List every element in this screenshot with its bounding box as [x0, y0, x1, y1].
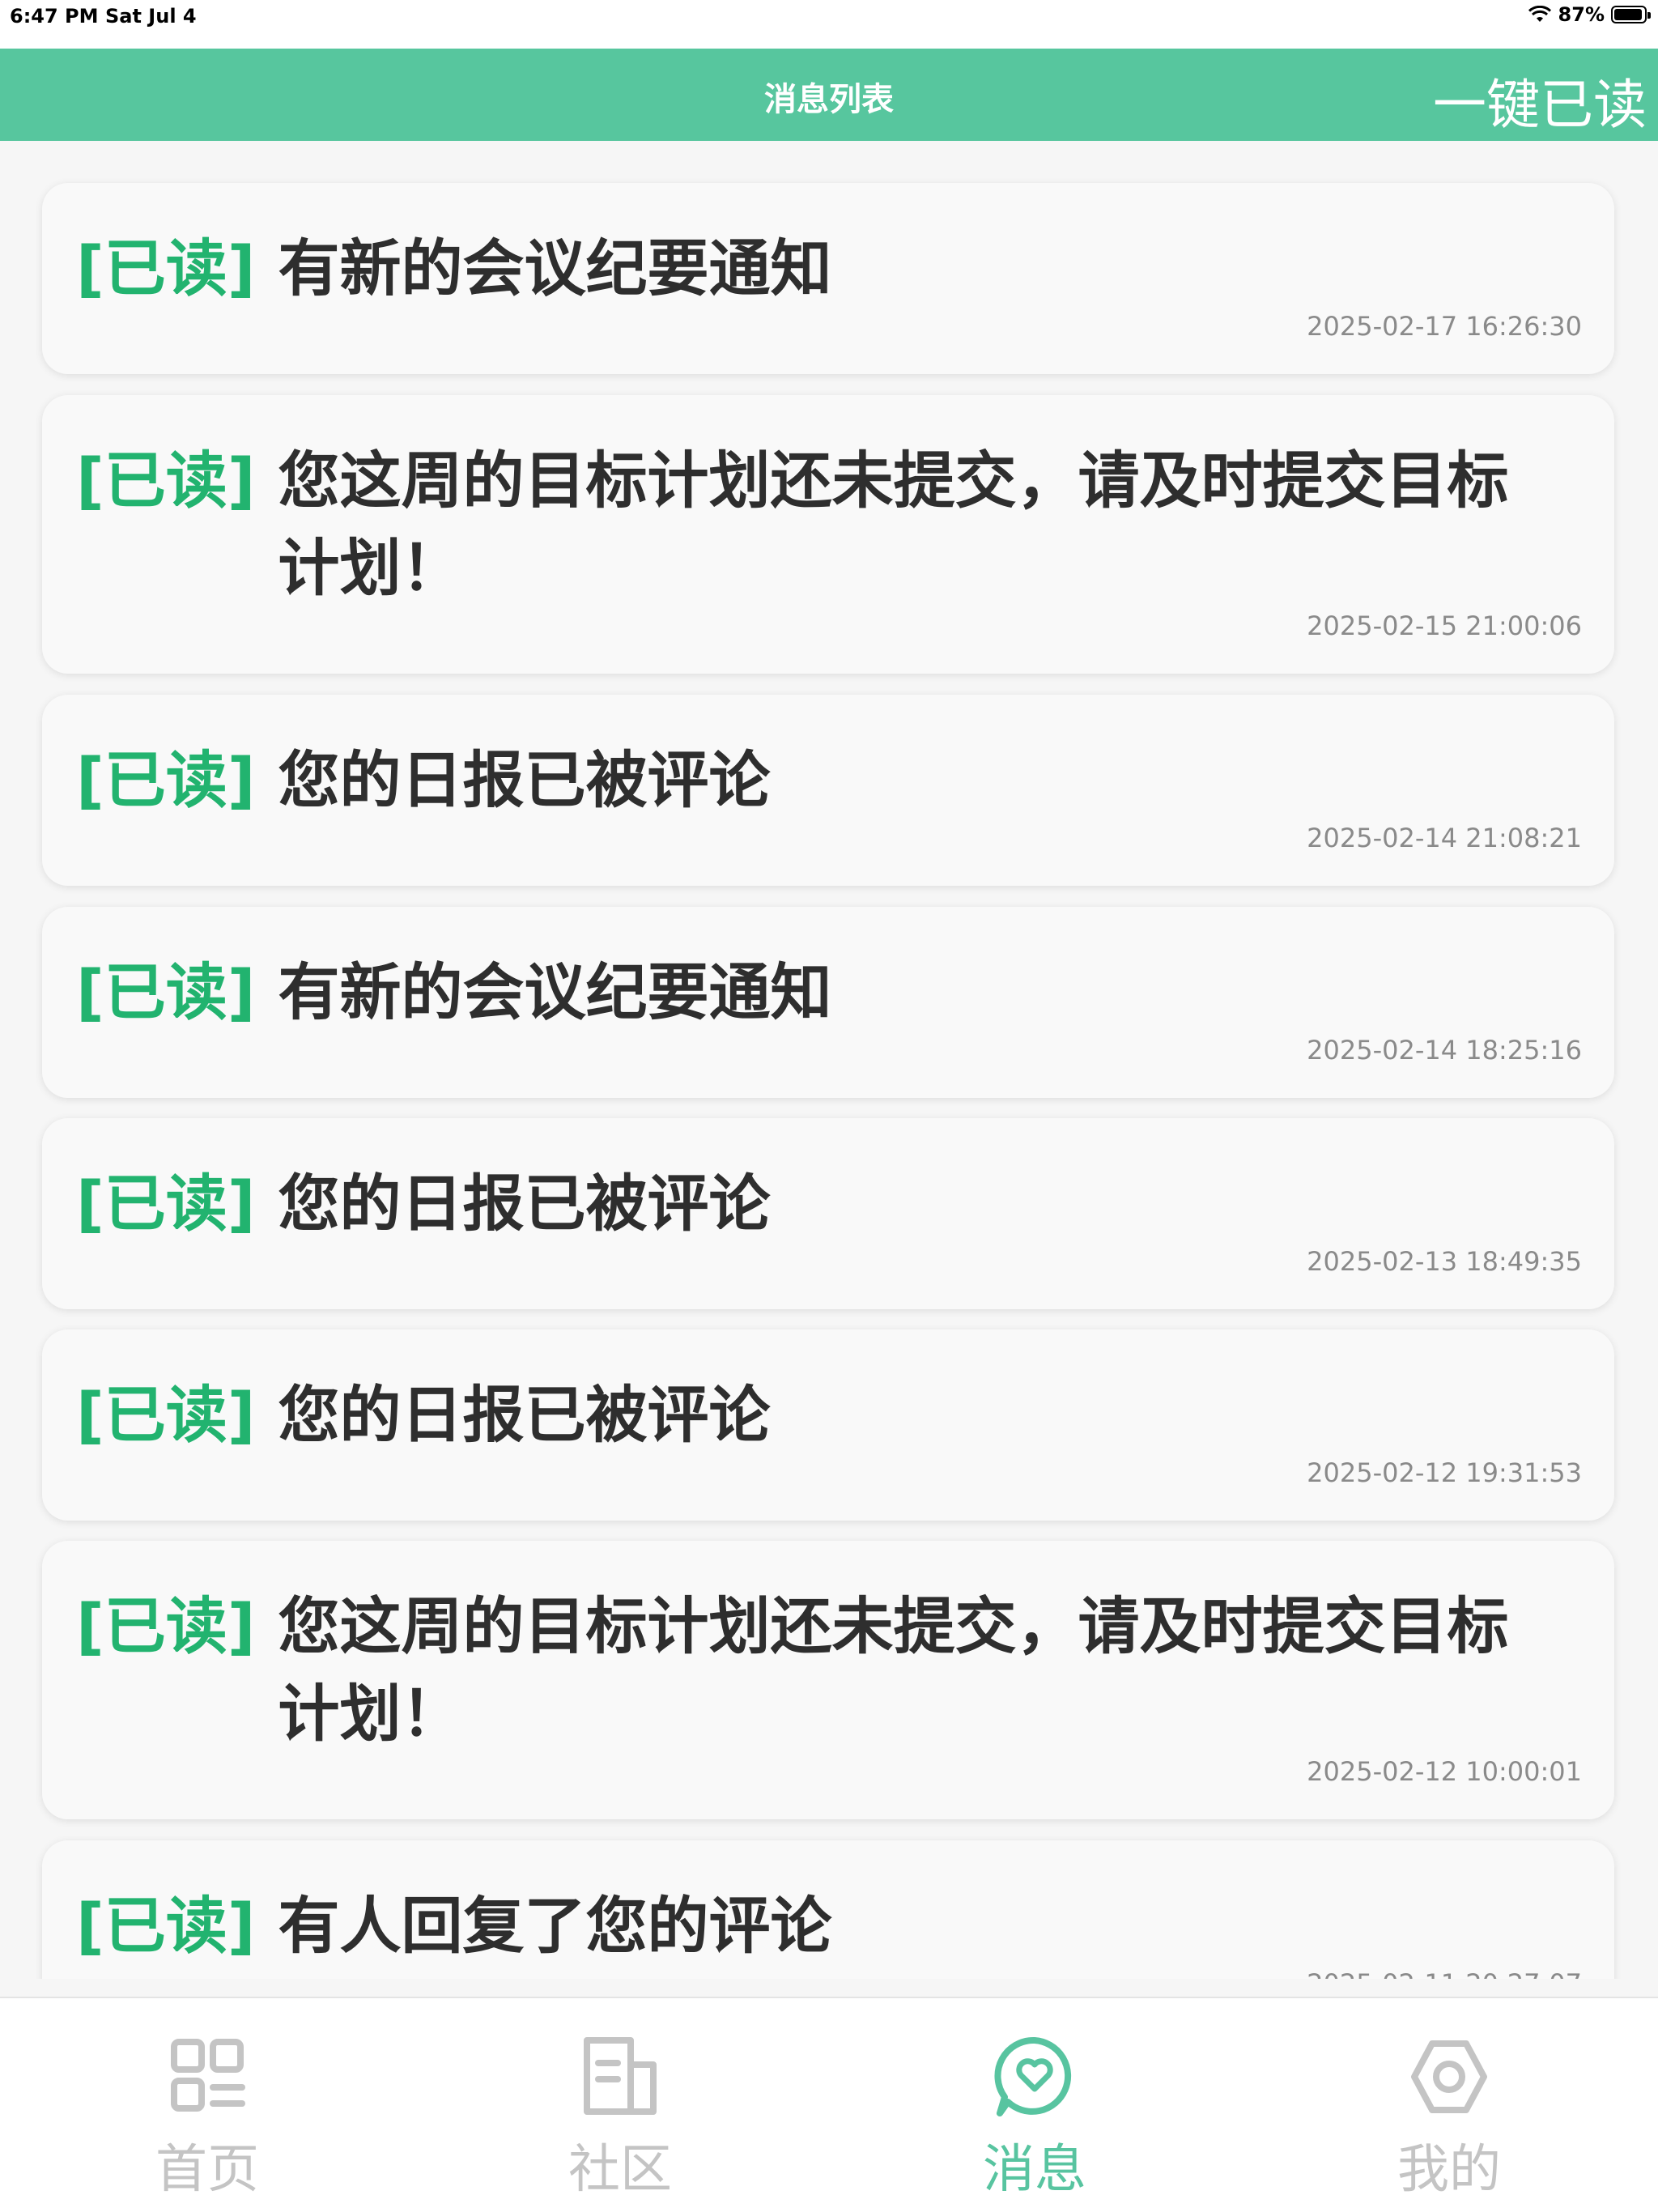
message-card[interactable]: [已读] 有新的会议纪要通知 2025-02-17 16:26:30	[42, 183, 1614, 374]
wifi-icon	[1528, 6, 1551, 22]
message-time: 2025-02-15 21:00:06	[1307, 610, 1582, 641]
message-time: 2025-02-11 20:27:07	[1307, 1968, 1582, 1979]
message-card[interactable]: [已读] 有人回复了您的评论 2025-02-11 20:27:07	[42, 1840, 1614, 1979]
bottom-tab-bar: 首页 社区 消息 我的	[0, 1997, 1658, 2212]
message-card[interactable]: [已读] 您这周的目标计划还未提交，请及时提交目标计划！ 2025-02-12 1…	[42, 1541, 1614, 1819]
status-time: 6:47 PM	[10, 5, 99, 28]
tab-messages[interactable]: 消息	[913, 1998, 1156, 2212]
profile-hexagon-icon	[1411, 2040, 1487, 2113]
tab-home[interactable]: 首页	[86, 1998, 329, 2212]
message-text: 您这周的目标计划还未提交，请及时提交目标计划！	[278, 445, 1509, 604]
read-status: [已读]	[76, 1590, 256, 1662]
read-status: [已读]	[76, 1379, 256, 1451]
read-status: [已读]	[76, 232, 256, 304]
tab-label: 消息	[983, 2140, 1086, 2200]
tab-profile[interactable]: 我的	[1328, 1998, 1571, 2212]
read-status: [已读]	[76, 1890, 256, 1962]
read-status: [已读]	[76, 956, 256, 1028]
mark-all-read-button[interactable]: 一键已读	[1433, 62, 1647, 139]
tab-label: 我的	[1397, 2140, 1501, 2200]
message-card[interactable]: [已读] 有新的会议纪要通知 2025-02-14 18:25:16	[42, 907, 1614, 1098]
message-text: 有人回复了您的评论	[278, 1890, 832, 1962]
tab-label: 社区	[568, 2140, 672, 2200]
message-text: 您的日报已被评论	[278, 744, 771, 816]
header-bar: 消息列表 一键已读	[0, 49, 1658, 141]
message-card[interactable]: [已读] 您的日报已被评论 2025-02-13 18:49:35	[42, 1118, 1614, 1309]
message-text: 有新的会议纪要通知	[278, 232, 832, 304]
page: 6:47 PM Sat Jul 4 87% 消息列表 一键已读 [已读] 有新的会…	[0, 0, 1658, 2212]
message-time: 2025-02-12 19:31:53	[1307, 1457, 1582, 1488]
message-time: 2025-02-12 10:00:01	[1307, 1756, 1582, 1787]
message-time: 2025-02-14 21:08:21	[1307, 823, 1582, 853]
read-status: [已读]	[76, 1168, 256, 1240]
tab-label: 首页	[155, 2140, 259, 2200]
home-grid-icon	[171, 2039, 245, 2112]
message-text: 您这周的目标计划还未提交，请及时提交目标计划！	[278, 1590, 1509, 1750]
tab-community[interactable]: 社区	[499, 1998, 742, 2212]
status-right: 87%	[1528, 3, 1651, 26]
message-card[interactable]: [已读] 您这周的目标计划还未提交，请及时提交目标计划！ 2025-02-15 2…	[42, 395, 1614, 674]
status-bar: 6:47 PM Sat Jul 4 87%	[0, 0, 1658, 49]
page-title: 消息列表	[764, 81, 894, 118]
message-card[interactable]: [已读] 您的日报已被评论 2025-02-14 21:08:21	[42, 695, 1614, 886]
message-heart-icon	[994, 2036, 1072, 2116]
message-time: 2025-02-13 18:49:35	[1307, 1246, 1582, 1277]
message-time: 2025-02-14 18:25:16	[1307, 1035, 1582, 1066]
community-icon	[584, 2037, 657, 2115]
battery-percent: 87%	[1558, 3, 1605, 26]
read-status: [已读]	[76, 744, 256, 816]
message-text: 您的日报已被评论	[278, 1379, 771, 1451]
message-list[interactable]: [已读] 有新的会议纪要通知 2025-02-17 16:26:30 [已读] 您这…	[0, 141, 1658, 1979]
status-date: Sat Jul 4	[105, 5, 197, 28]
message-text: 您的日报已被评论	[278, 1168, 771, 1240]
battery-icon	[1611, 6, 1651, 23]
message-card[interactable]: [已读] 您的日报已被评论 2025-02-12 19:31:53	[42, 1329, 1614, 1521]
message-time: 2025-02-17 16:26:30	[1307, 311, 1582, 342]
read-status: [已读]	[76, 445, 256, 517]
message-text: 有新的会议纪要通知	[278, 956, 832, 1028]
